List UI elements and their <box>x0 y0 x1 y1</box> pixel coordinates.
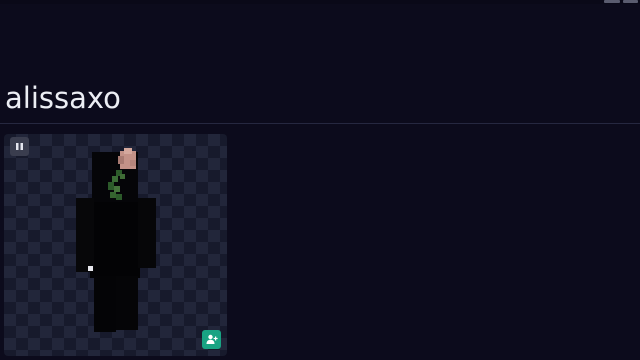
skin-body <box>90 202 140 278</box>
window-control-a[interactable] <box>604 0 620 3</box>
pause-icon <box>16 143 23 150</box>
header-divider <box>0 123 640 124</box>
user-plus-icon <box>206 334 218 344</box>
skin-viewer[interactable] <box>4 134 227 356</box>
window-control-b[interactable] <box>622 0 638 3</box>
top-bar-edge <box>0 0 640 4</box>
profile-username: alissaxo <box>5 81 121 115</box>
skin-right-arm <box>138 198 156 268</box>
skin-left-leg <box>94 276 116 332</box>
skin-right-leg <box>116 276 138 330</box>
window-controls[interactable] <box>604 0 638 3</box>
pause-animation-button[interactable] <box>10 137 29 156</box>
skin-left-arm <box>76 198 94 272</box>
add-friend-button[interactable] <box>202 330 221 349</box>
skin-model[interactable] <box>4 134 227 356</box>
skin-hand-highlight <box>88 266 93 271</box>
profile-page: alissaxo <box>0 0 640 360</box>
